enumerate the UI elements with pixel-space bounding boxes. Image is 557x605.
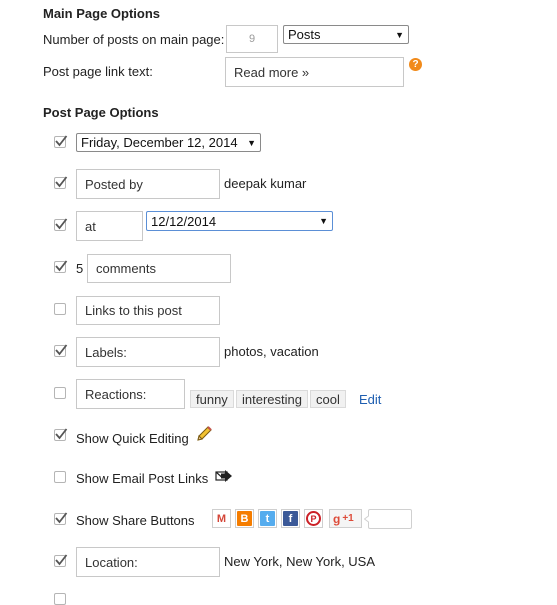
post-page-options-heading: Post Page Options [43, 105, 159, 120]
num-posts-input[interactable]: 9 [226, 25, 278, 53]
reactions-edit-link[interactable]: Edit [359, 392, 381, 407]
reactions-checkbox[interactable] [54, 387, 66, 399]
email-post-icon [215, 470, 232, 482]
num-posts-label: Number of posts on main page: [43, 32, 225, 47]
link-text-input[interactable]: Read more » [225, 57, 404, 87]
google-plus-g: g [333, 511, 341, 526]
checkmark-icon [55, 512, 68, 524]
link-text-label: Post page link text: [43, 64, 153, 79]
share-buttons-label: Show Share Buttons [76, 513, 195, 528]
pencil-icon [197, 426, 212, 441]
posted-by-checkbox[interactable] [54, 176, 68, 189]
location-value: New York, New York, USA [224, 554, 376, 569]
share-buttons-checkbox[interactable] [54, 512, 68, 525]
gmail-share-icon: M [212, 509, 231, 528]
twitter-share-icon: t [258, 509, 277, 528]
date-checkbox[interactable] [54, 135, 68, 148]
next-option-checkbox[interactable] [54, 593, 66, 605]
reactions-label-input[interactable]: Reactions: [76, 379, 185, 409]
location-label-input[interactable]: Location: [76, 547, 220, 577]
time-format-select[interactable]: 12/12/2014 ▼ [146, 211, 333, 231]
quick-edit-checkbox[interactable] [54, 428, 68, 441]
labels-checkbox[interactable] [54, 344, 68, 357]
email-links-checkbox[interactable] [54, 471, 66, 483]
backlinks-checkbox[interactable] [54, 303, 66, 315]
labels-label-input[interactable]: Labels: [76, 337, 220, 367]
plusone-count-bubble [364, 509, 412, 529]
num-posts-unit-select[interactable]: Posts ▼ [283, 25, 409, 44]
main-page-options-heading: Main Page Options [43, 6, 161, 21]
checkmark-icon [55, 260, 68, 272]
time-checkbox[interactable] [54, 218, 68, 231]
pinterest-share-icon: P [304, 509, 323, 528]
chevron-down-icon: ▼ [319, 216, 328, 226]
labels-values: photos, vacation [224, 344, 319, 359]
comments-checkbox[interactable] [54, 260, 68, 273]
blogger-share-icon: B [235, 509, 254, 528]
num-posts-unit-value: Posts [288, 27, 321, 42]
help-question-icon[interactable]: ? [409, 58, 422, 71]
time-label-input[interactable]: at [76, 211, 143, 241]
chevron-down-icon: ▼ [247, 137, 256, 148]
reaction-tag: funny [190, 390, 234, 408]
comments-label-input[interactable]: comments [87, 254, 231, 283]
chevron-down-icon: ▼ [395, 29, 404, 40]
date-format-select[interactable]: Friday, December 12, 2014 ▼ [76, 133, 261, 152]
checkmark-icon [55, 135, 68, 147]
backlinks-label-input[interactable]: Links to this post [76, 296, 220, 325]
quick-edit-label: Show Quick Editing [76, 431, 189, 446]
time-format-value: 12/12/2014 [151, 213, 217, 229]
email-links-label: Show Email Post Links [76, 471, 209, 486]
comments-count: 5 [76, 261, 84, 276]
checkmark-icon [55, 176, 68, 188]
date-format-value: Friday, December 12, 2014 [81, 135, 238, 150]
posted-by-input[interactable]: Posted by [76, 169, 220, 199]
facebook-share-icon: f [281, 509, 300, 528]
google-plus-label: +1 [342, 513, 354, 524]
reaction-tag: cool [310, 390, 346, 408]
checkmark-icon [55, 428, 68, 440]
reaction-tag: interesting [236, 390, 308, 408]
checkmark-icon [55, 344, 68, 356]
google-plus-share-icon: g +1 [329, 509, 362, 528]
location-checkbox[interactable] [54, 554, 68, 567]
checkmark-icon [55, 554, 68, 566]
posted-by-author: deepak kumar [224, 176, 307, 191]
checkmark-icon [55, 218, 68, 230]
